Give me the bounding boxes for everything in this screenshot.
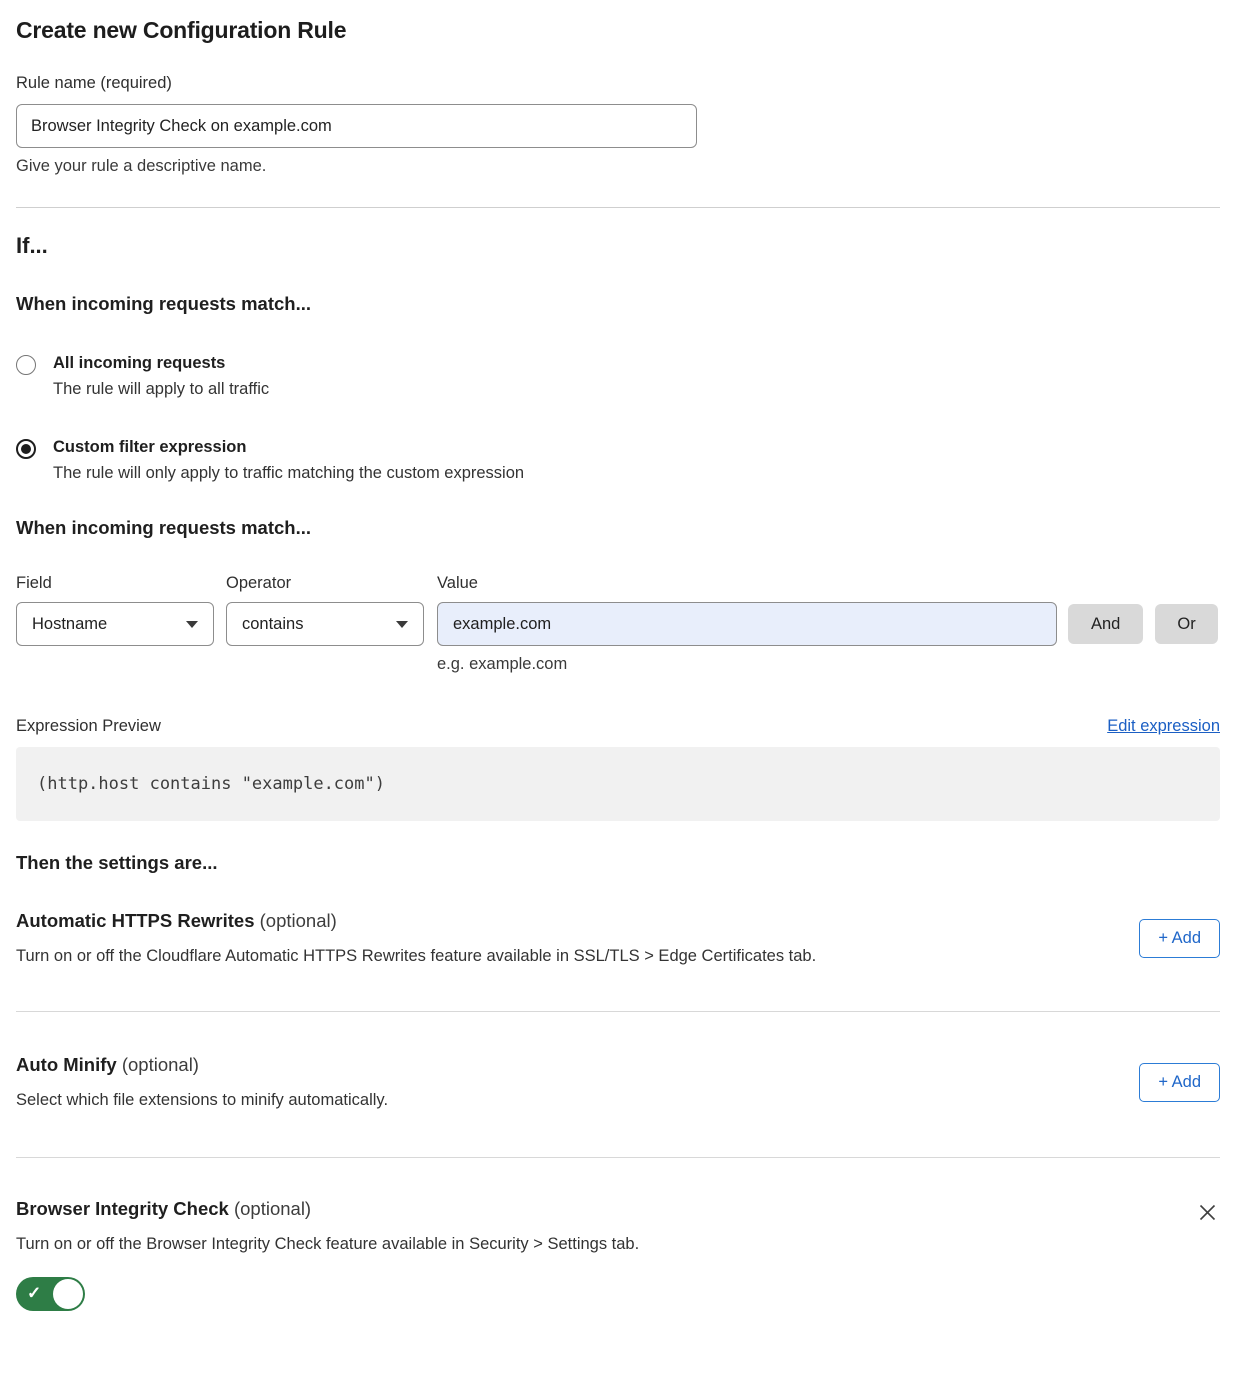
- value-label: Value: [437, 574, 478, 593]
- setting-title-text: Browser Integrity Check: [16, 1198, 229, 1219]
- chevron-down-icon: [396, 621, 408, 628]
- setting-auto-minify: Auto Minify (optional) Select which file…: [16, 1054, 1220, 1110]
- close-icon: [1197, 1202, 1218, 1223]
- radio-all-requests[interactable]: [16, 355, 36, 375]
- create-configuration-rule-form: Create new Configuration Rule Rule name …: [0, 0, 1237, 1327]
- browser-integrity-check-toggle[interactable]: ✓: [16, 1277, 85, 1311]
- add-automatic-https-rewrites-button[interactable]: + Add: [1139, 919, 1220, 958]
- add-auto-minify-button[interactable]: + Add: [1139, 1063, 1220, 1102]
- filter-column-labels: Field Operator Value: [16, 574, 1220, 593]
- rule-name-input[interactable]: [16, 104, 697, 148]
- rule-name-help: Give your rule a descriptive name.: [16, 157, 1220, 176]
- value-input[interactable]: [437, 602, 1057, 646]
- when-match-heading-1: When incoming requests match...: [16, 293, 1220, 315]
- expression-preview-row: Expression Preview Edit expression: [16, 717, 1220, 736]
- page-title: Create new Configuration Rule: [16, 17, 1220, 44]
- radio-all-requests-label: All incoming requests: [53, 354, 269, 373]
- rule-name-label: Rule name (required): [16, 74, 1220, 93]
- chevron-down-icon: [186, 621, 198, 628]
- setting-optional-suffix: (optional): [234, 1198, 311, 1219]
- radio-option-all-requests[interactable]: All incoming requests The rule will appl…: [16, 354, 1220, 399]
- setting-title: Browser Integrity Check (optional): [16, 1198, 639, 1220]
- setting-browser-integrity-check: Browser Integrity Check (optional) Turn …: [16, 1198, 1220, 1311]
- radio-option-custom-filter[interactable]: Custom filter expression The rule will o…: [16, 438, 1220, 483]
- field-select[interactable]: Hostname: [16, 602, 214, 646]
- radio-custom-filter[interactable]: [16, 439, 36, 459]
- then-settings-heading: Then the settings are...: [16, 852, 1220, 874]
- value-hint: e.g. example.com: [437, 655, 1220, 674]
- setting-title-text: Auto Minify: [16, 1054, 117, 1075]
- when-match-heading-2: When incoming requests match...: [16, 517, 1220, 539]
- setting-divider: [16, 1157, 1220, 1158]
- setting-title-text: Automatic HTTPS Rewrites: [16, 910, 255, 931]
- filter-controls-row: Hostname contains And Or: [16, 602, 1220, 646]
- operator-label: Operator: [226, 574, 437, 593]
- and-button[interactable]: And: [1068, 604, 1143, 644]
- operator-select[interactable]: contains: [226, 602, 424, 646]
- setting-description: Turn on or off the Cloudflare Automatic …: [16, 947, 816, 966]
- edit-expression-link[interactable]: Edit expression: [1107, 717, 1220, 736]
- or-button[interactable]: Or: [1155, 604, 1217, 644]
- radio-custom-filter-label: Custom filter expression: [53, 438, 524, 457]
- setting-optional-suffix: (optional): [122, 1054, 199, 1075]
- expression-code-block: (http.host contains "example.com"): [16, 747, 1220, 821]
- expression-preview-label: Expression Preview: [16, 717, 161, 736]
- section-divider: [16, 207, 1220, 208]
- check-icon: ✓: [27, 1284, 41, 1304]
- operator-select-value: contains: [242, 615, 303, 634]
- setting-description: Turn on or off the Browser Integrity Che…: [16, 1235, 639, 1254]
- radio-custom-filter-description: The rule will only apply to traffic matc…: [53, 464, 524, 483]
- field-label: Field: [16, 574, 226, 593]
- setting-automatic-https-rewrites: Automatic HTTPS Rewrites (optional) Turn…: [16, 910, 1220, 966]
- if-heading: If...: [16, 233, 1220, 259]
- setting-divider: [16, 1011, 1220, 1012]
- toggle-knob: [53, 1279, 83, 1309]
- setting-description: Select which file extensions to minify a…: [16, 1091, 388, 1110]
- field-select-value: Hostname: [32, 615, 107, 634]
- setting-title: Automatic HTTPS Rewrites (optional): [16, 910, 816, 932]
- remove-setting-button[interactable]: [1195, 1200, 1220, 1228]
- setting-optional-suffix: (optional): [260, 910, 337, 931]
- setting-title: Auto Minify (optional): [16, 1054, 388, 1076]
- radio-all-requests-description: The rule will apply to all traffic: [53, 380, 269, 399]
